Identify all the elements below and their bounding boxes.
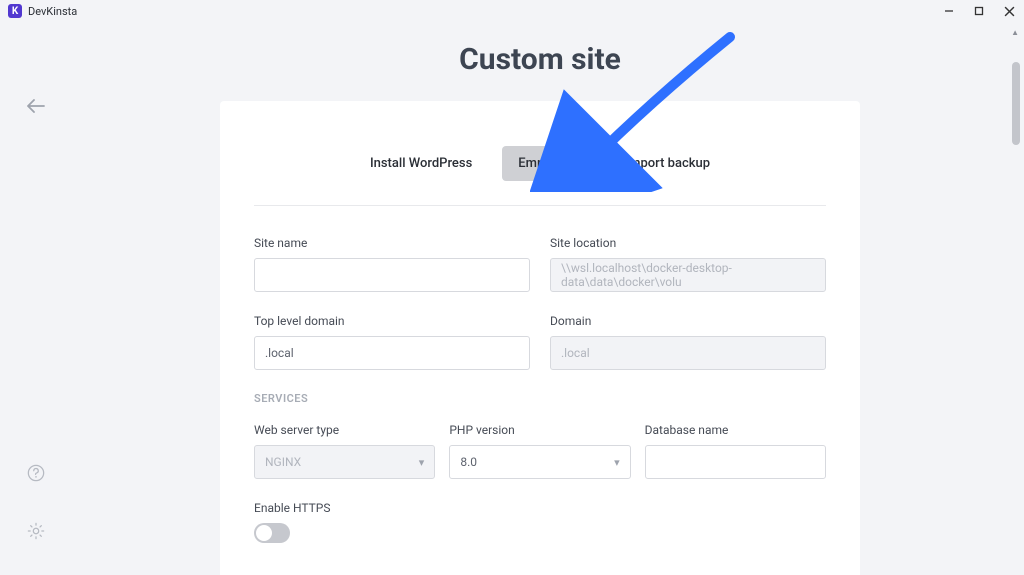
site-location-input: \\wsl.localhost\docker-desktop-data\data… — [550, 258, 826, 292]
page-title: Custom site — [72, 42, 1008, 77]
app-title: DevKinsta — [28, 5, 77, 18]
site-name-input[interactable] — [254, 258, 530, 292]
back-button[interactable] — [22, 92, 50, 120]
domain-input: .local — [550, 336, 826, 370]
enable-https-label: Enable HTTPS — [254, 501, 826, 515]
services-section-label: SERVICES — [254, 392, 826, 405]
scrollbar-thumb[interactable] — [1012, 62, 1020, 145]
divider — [254, 205, 826, 206]
tld-label: Top level domain — [254, 314, 530, 328]
site-name-label: Site name — [254, 236, 530, 250]
settings-icon[interactable] — [22, 517, 50, 545]
title-bar: K DevKinsta — [0, 0, 1024, 22]
main-area: Custom site Install WordPress Empty site… — [72, 22, 1008, 575]
window-minimize-button[interactable] — [934, 0, 964, 22]
left-sidebar — [0, 22, 72, 575]
php-version-select[interactable]: 8.0 ▾ — [449, 445, 630, 479]
window-maximize-button[interactable] — [964, 0, 994, 22]
tab-import-backup[interactable]: Import backup — [609, 146, 726, 181]
site-location-label: Site location — [550, 236, 826, 250]
site-form-card: Install WordPress Empty site Import back… — [220, 101, 860, 575]
app-logo: K — [8, 4, 22, 18]
database-name-input[interactable] — [645, 445, 826, 479]
domain-label: Domain — [550, 314, 826, 328]
web-server-select[interactable]: NGINX ▾ — [254, 445, 435, 479]
tab-bar: Install WordPress Empty site Import back… — [254, 146, 826, 181]
help-icon[interactable] — [22, 459, 50, 487]
chevron-down-icon: ▾ — [419, 456, 425, 469]
web-server-label: Web server type — [254, 423, 435, 437]
tld-input[interactable]: .local — [254, 336, 530, 370]
php-version-label: PHP version — [449, 423, 630, 437]
tab-install-wordpress[interactable]: Install WordPress — [354, 146, 488, 181]
database-name-label: Database name — [645, 423, 826, 437]
scroll-up-icon[interactable]: ▲ — [1011, 28, 1019, 37]
window-close-button[interactable] — [994, 0, 1024, 22]
tab-empty-site[interactable]: Empty site — [502, 146, 595, 181]
chevron-down-icon: ▾ — [614, 456, 620, 469]
enable-https-toggle[interactable] — [254, 523, 290, 543]
